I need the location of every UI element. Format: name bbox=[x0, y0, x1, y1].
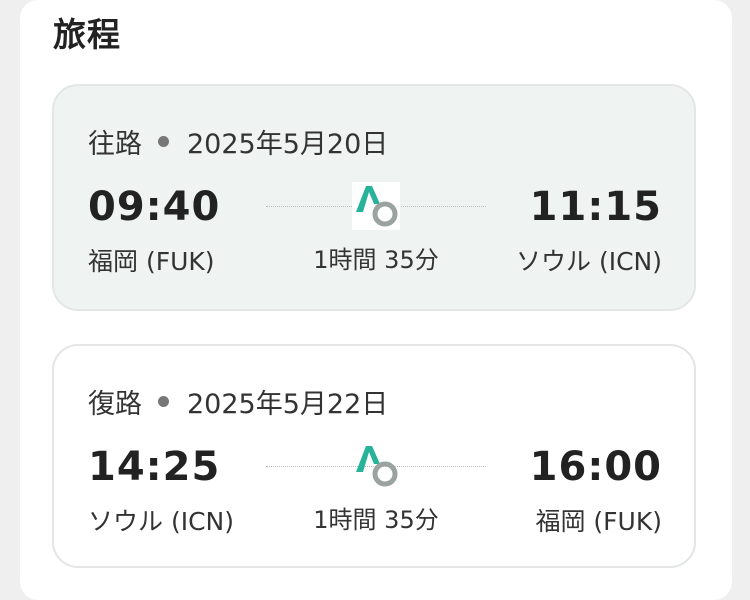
outbound-duration: 1時間 35分 bbox=[313, 246, 439, 274]
outbound-arrival-place: ソウル (ICN) bbox=[516, 247, 662, 276]
inbound-departure-place: ソウル (ICN) bbox=[88, 507, 234, 536]
section-title: 旅程 bbox=[53, 15, 121, 54]
inbound-date: 2025年5月22日 bbox=[187, 389, 389, 420]
inbound-departure-time: 14:25 bbox=[88, 444, 221, 490]
outbound-header: 往路 2025年5月20日 bbox=[88, 122, 388, 161]
inbound-label: 復路 bbox=[88, 389, 142, 420]
outbound-departure-time: 09:40 bbox=[88, 184, 221, 230]
outbound-date: 2025年5月20日 bbox=[187, 129, 389, 160]
airline-logo-icon bbox=[356, 446, 398, 487]
outbound-departure-place: 福岡 (FUK) bbox=[88, 247, 215, 276]
separator-dot bbox=[158, 396, 169, 407]
outbound-label: 往路 bbox=[88, 129, 142, 160]
outbound-flight-card[interactable]: 往路 2025年5月20日 09:40 福岡 (FUK) 1時間 35分 11:… bbox=[52, 84, 696, 311]
airline-logo-icon bbox=[352, 182, 400, 230]
inbound-arrival-place: 福岡 (FUK) bbox=[535, 507, 662, 536]
inbound-header: 復路 2025年5月22日 bbox=[88, 382, 388, 421]
outbound-arrival-time: 11:15 bbox=[529, 184, 662, 230]
inbound-flight-card[interactable]: 復路 2025年5月22日 14:25 ソウル (ICN) 1時間 35分 16… bbox=[52, 344, 696, 568]
inbound-duration: 1時間 35分 bbox=[313, 506, 439, 534]
inbound-arrival-time: 16:00 bbox=[529, 444, 662, 490]
separator-dot bbox=[158, 136, 169, 147]
